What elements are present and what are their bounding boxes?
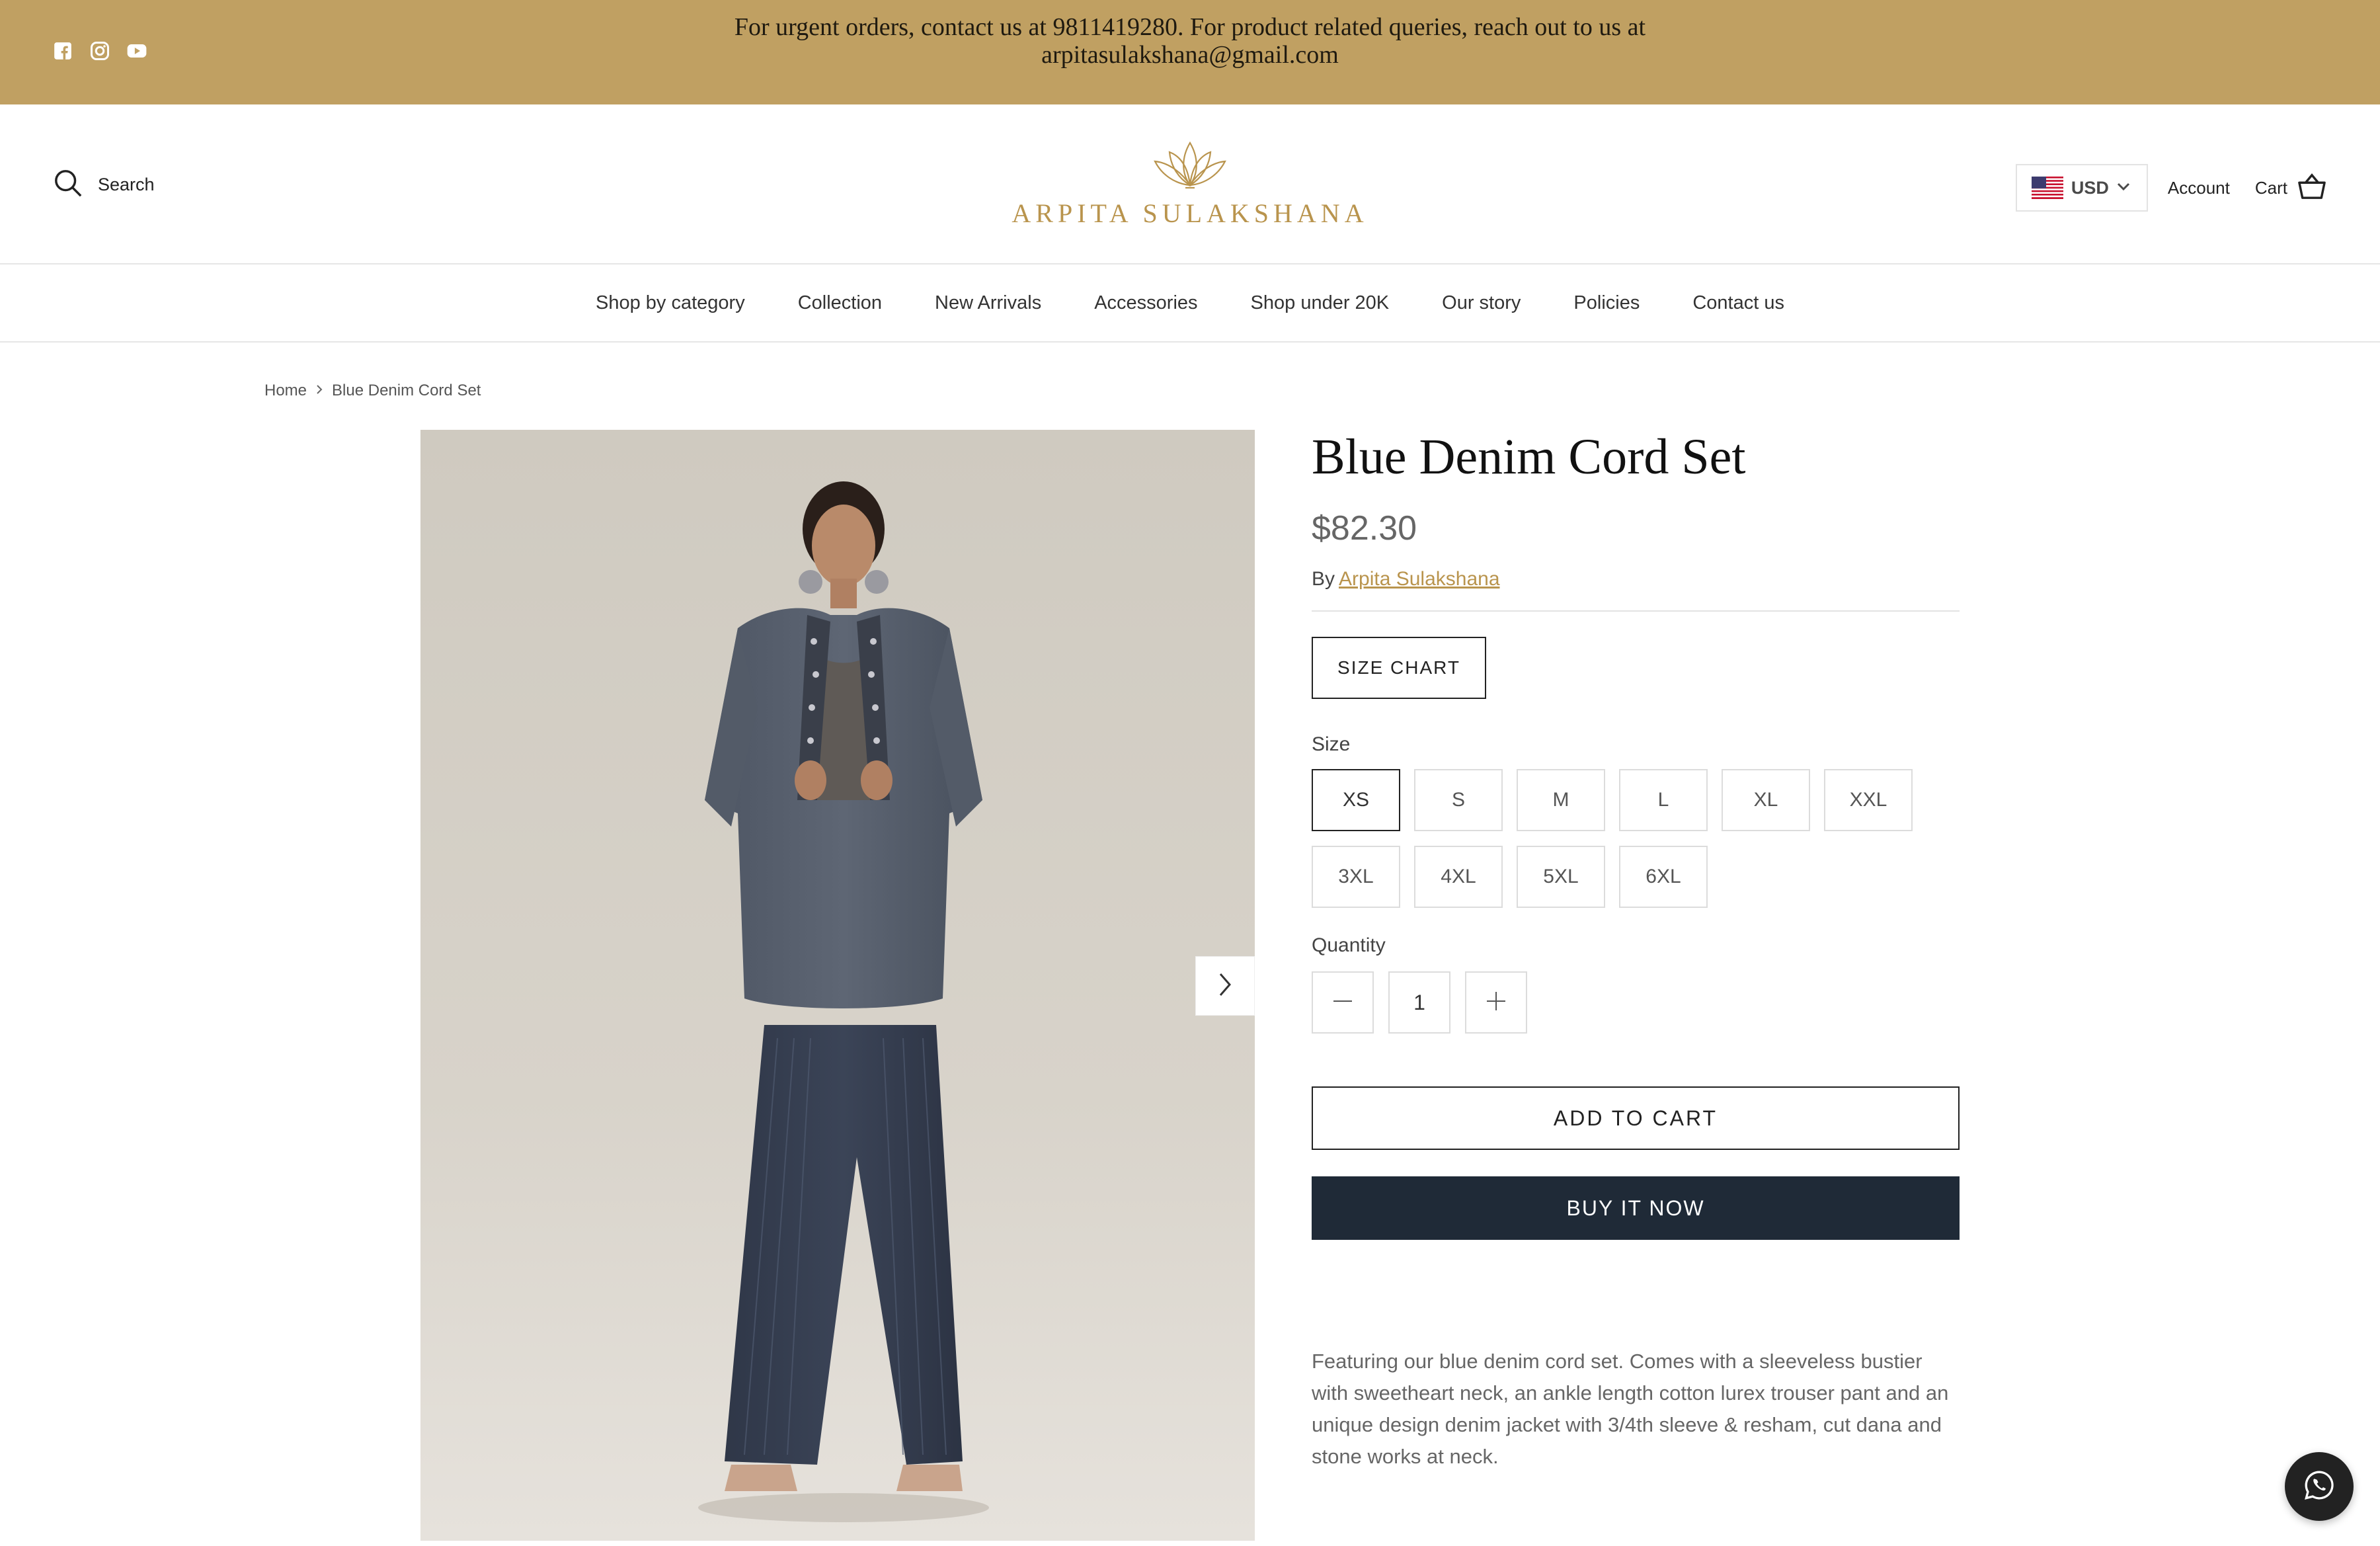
size-option-5xl[interactable]: 5XL bbox=[1517, 846, 1605, 908]
size-option-l[interactable]: L bbox=[1619, 769, 1708, 831]
vendor-prefix: By bbox=[1312, 568, 1335, 590]
increase-quantity-button[interactable] bbox=[1465, 971, 1527, 1034]
size-label: Size bbox=[1312, 733, 1351, 755]
plus-icon bbox=[1485, 990, 1507, 1016]
product-description: Featuring our blue denim cord set. Comes… bbox=[1312, 1350, 1949, 1468]
logo-text: ARPITA SULAKSHANA bbox=[1012, 198, 1368, 228]
lotus-logo-icon bbox=[1154, 141, 1226, 189]
minus-icon bbox=[1331, 990, 1354, 1016]
size-option-xxl[interactable]: XXL bbox=[1824, 769, 1913, 831]
breadcrumb-current: Blue Denim Cord Set bbox=[332, 382, 481, 399]
product-photo bbox=[420, 430, 1255, 1541]
product-image[interactable] bbox=[420, 430, 1255, 1541]
account-link[interactable]: Account bbox=[2168, 178, 2230, 198]
nav-policies[interactable]: Policies bbox=[1573, 292, 1640, 314]
announcement-line-2: arpitasulakshana@gmail.com bbox=[1041, 41, 1339, 69]
next-image-button[interactable] bbox=[1195, 956, 1255, 1016]
main-nav: Shop by category Collection New Arrivals… bbox=[0, 264, 2380, 343]
youtube-icon[interactable] bbox=[127, 41, 147, 61]
vendor-link[interactable]: Arpita Sulakshana bbox=[1339, 568, 1500, 590]
nav-shop-by-category[interactable]: Shop by category bbox=[596, 292, 745, 314]
announcement-text: For urgent orders, contact us at 9811419… bbox=[595, 13, 1785, 69]
product-details: Blue Denim Cord Set $82.30 By Arpita Sula… bbox=[1312, 423, 1960, 1473]
quantity-label: Quantity bbox=[1312, 934, 1386, 956]
whatsapp-icon bbox=[2303, 1469, 2336, 1505]
size-chart-button[interactable]: SIZE CHART bbox=[1312, 637, 1486, 699]
cart-link[interactable]: Cart bbox=[2255, 173, 2327, 204]
nav-new-arrivals[interactable]: New Arrivals bbox=[935, 292, 1041, 314]
facebook-icon[interactable] bbox=[53, 41, 73, 61]
nav-our-story[interactable]: Our story bbox=[1442, 292, 1521, 314]
quantity-input[interactable]: 1 bbox=[1388, 971, 1450, 1034]
nav-shop-under-20k[interactable]: Shop under 20K bbox=[1251, 292, 1390, 314]
nav-contact-us[interactable]: Contact us bbox=[1692, 292, 1784, 314]
announcement-bar: For urgent orders, contact us at 9811419… bbox=[0, 0, 2380, 104]
size-option-xs[interactable]: XS bbox=[1312, 769, 1400, 831]
announcement-line-1: For urgent orders, contact us at 9811419… bbox=[734, 13, 1646, 41]
buy-now-button[interactable]: BUY IT NOW bbox=[1312, 1176, 1960, 1240]
chevron-right-icon bbox=[315, 382, 324, 400]
basket-icon bbox=[2297, 173, 2327, 204]
cart-label: Cart bbox=[2254, 177, 2287, 198]
search-icon bbox=[53, 168, 83, 202]
size-option-3xl[interactable]: 3XL bbox=[1312, 846, 1400, 908]
product-price: $82.30 bbox=[1312, 509, 1417, 548]
currency-code: USD bbox=[2071, 177, 2109, 198]
size-option-xl[interactable]: XL bbox=[1722, 769, 1810, 831]
instagram-icon[interactable] bbox=[90, 41, 110, 61]
divider bbox=[1312, 610, 1960, 612]
size-option-s[interactable]: S bbox=[1414, 769, 1503, 831]
site-header: Search ARPITA SULAKSHANA USD Account Car… bbox=[0, 104, 2380, 264]
search-button[interactable]: Search bbox=[53, 168, 155, 202]
us-flag-icon bbox=[2031, 177, 2063, 199]
breadcrumb: Home Blue Denim Cord Set bbox=[264, 382, 481, 400]
quantity-stepper: 1 bbox=[1312, 971, 1960, 1034]
size-option-m[interactable]: M bbox=[1517, 769, 1605, 831]
currency-selector[interactable]: USD bbox=[2015, 164, 2148, 212]
size-option-4xl[interactable]: 4XL bbox=[1414, 846, 1503, 908]
social-links bbox=[53, 41, 147, 61]
nav-collection[interactable]: Collection bbox=[798, 292, 882, 314]
brand-logo[interactable]: ARPITA SULAKSHANA bbox=[992, 139, 1388, 229]
chevron-down-icon bbox=[2117, 182, 2130, 194]
breadcrumb-home[interactable]: Home bbox=[264, 382, 307, 400]
size-options: XS S M L XL XXL 3XL 4XL 5XL 6XL bbox=[1312, 769, 1960, 908]
decrease-quantity-button[interactable] bbox=[1312, 971, 1374, 1034]
header-actions: USD Account Cart bbox=[2015, 164, 2327, 212]
search-label: Search bbox=[98, 175, 155, 194]
add-to-cart-button[interactable]: ADD TO CART bbox=[1312, 1086, 1960, 1150]
size-option-6xl[interactable]: 6XL bbox=[1619, 846, 1708, 908]
nav-accessories[interactable]: Accessories bbox=[1094, 292, 1197, 314]
product-title: Blue Denim Cord Set bbox=[1312, 429, 1746, 485]
whatsapp-chat-button[interactable] bbox=[2285, 1452, 2354, 1521]
chevron-right-icon bbox=[1216, 971, 1234, 1001]
vendor-line: By Arpita Sulakshana bbox=[1312, 568, 1960, 590]
